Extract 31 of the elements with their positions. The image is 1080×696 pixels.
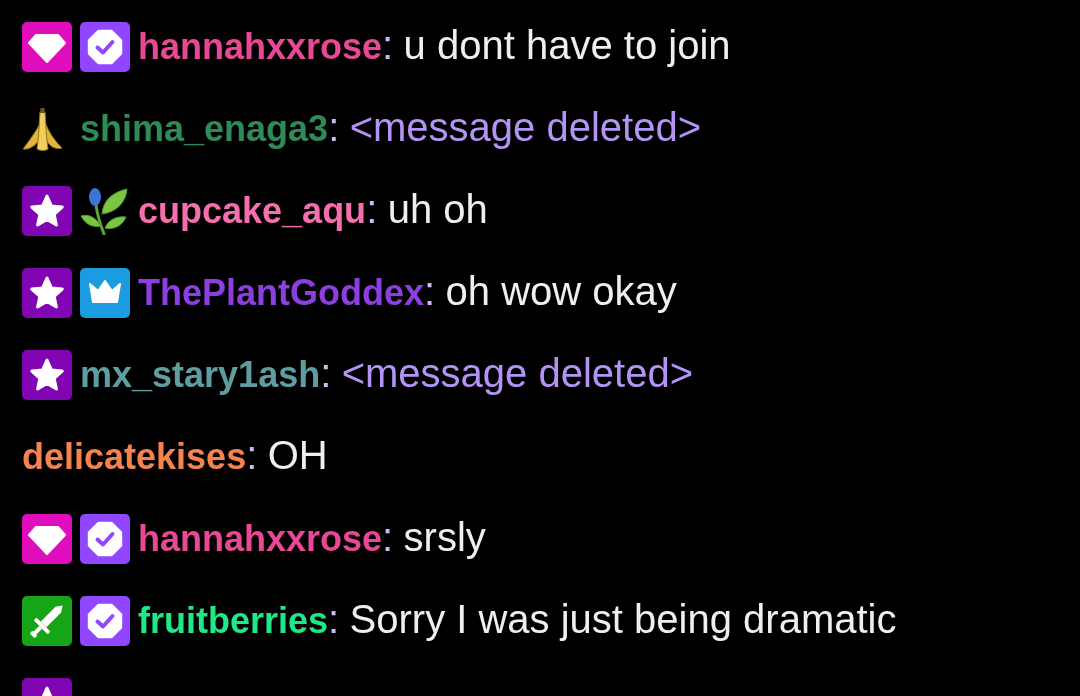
banana-peel-icon — [22, 106, 63, 152]
username[interactable]: mx_stary1ash — [80, 353, 321, 395]
colon-separator: : — [366, 186, 378, 231]
message-text: uh oh — [387, 186, 488, 231]
username[interactable]: shima_enaga3 — [80, 107, 329, 149]
message-text: oh wow okay — [445, 268, 677, 313]
colon-separator: : — [424, 268, 436, 313]
colon-separator: : — [382, 22, 394, 67]
message-text: u dont have to join — [403, 22, 731, 67]
username[interactable]: hannahxxrose — [138, 517, 383, 559]
colon-separator: : — [320, 350, 332, 395]
username[interactable]: ThePlantGoddex — [138, 271, 425, 313]
message-text: Sorry I was just being dramatic — [349, 596, 897, 641]
message-text: OH — [267, 432, 328, 477]
message-text: srsly — [403, 514, 486, 559]
verified-check-icon — [80, 514, 130, 564]
verified-check-icon — [80, 22, 130, 72]
deleted-message-notice: <message deleted> — [341, 350, 694, 395]
deleted-message-notice: <message deleted> — [349, 104, 702, 149]
username[interactable]: delicatekises — [22, 435, 247, 477]
colon-separator: : — [328, 596, 340, 641]
crown-icon — [80, 268, 130, 318]
username[interactable]: fruitberries — [138, 599, 329, 641]
username[interactable]: hannahxxrose — [138, 25, 383, 67]
verified-check-icon — [80, 596, 130, 646]
sword-icon — [22, 596, 72, 646]
colon-separator: : — [328, 104, 340, 149]
plant-icon — [80, 187, 128, 235]
colon-separator: : — [246, 432, 258, 477]
username[interactable]: cupcake_aqu — [138, 189, 367, 231]
colon-separator: : — [382, 514, 394, 559]
